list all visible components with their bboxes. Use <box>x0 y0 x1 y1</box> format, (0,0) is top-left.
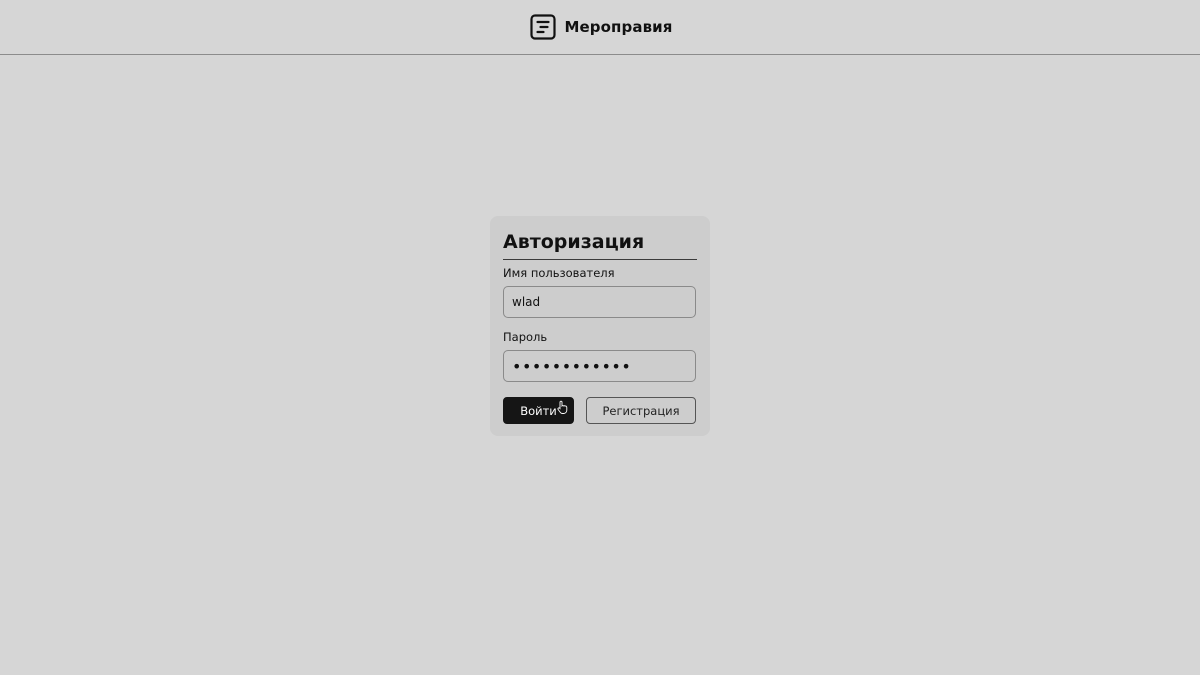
top-header: Мероправия <box>0 0 1200 55</box>
brand[interactable]: Мероправия <box>529 14 673 40</box>
username-label: Имя пользователя <box>503 266 615 280</box>
login-button-label: Войти <box>520 403 557 418</box>
list-document-icon <box>529 14 556 40</box>
password-label: Пароль <box>503 330 548 344</box>
brand-title: Мероправия <box>564 18 673 36</box>
password-input[interactable] <box>503 350 696 382</box>
hand-pointer-icon <box>557 400 568 414</box>
login-title: Авторизация <box>503 230 697 260</box>
register-button[interactable]: Регистрация <box>586 397 696 424</box>
username-input[interactable] <box>503 286 696 318</box>
login-button[interactable]: Войти <box>503 397 574 424</box>
form-actions: Войти Регистрация <box>503 397 696 424</box>
login-card: Авторизация Имя пользователя Пароль Войт… <box>490 216 710 436</box>
